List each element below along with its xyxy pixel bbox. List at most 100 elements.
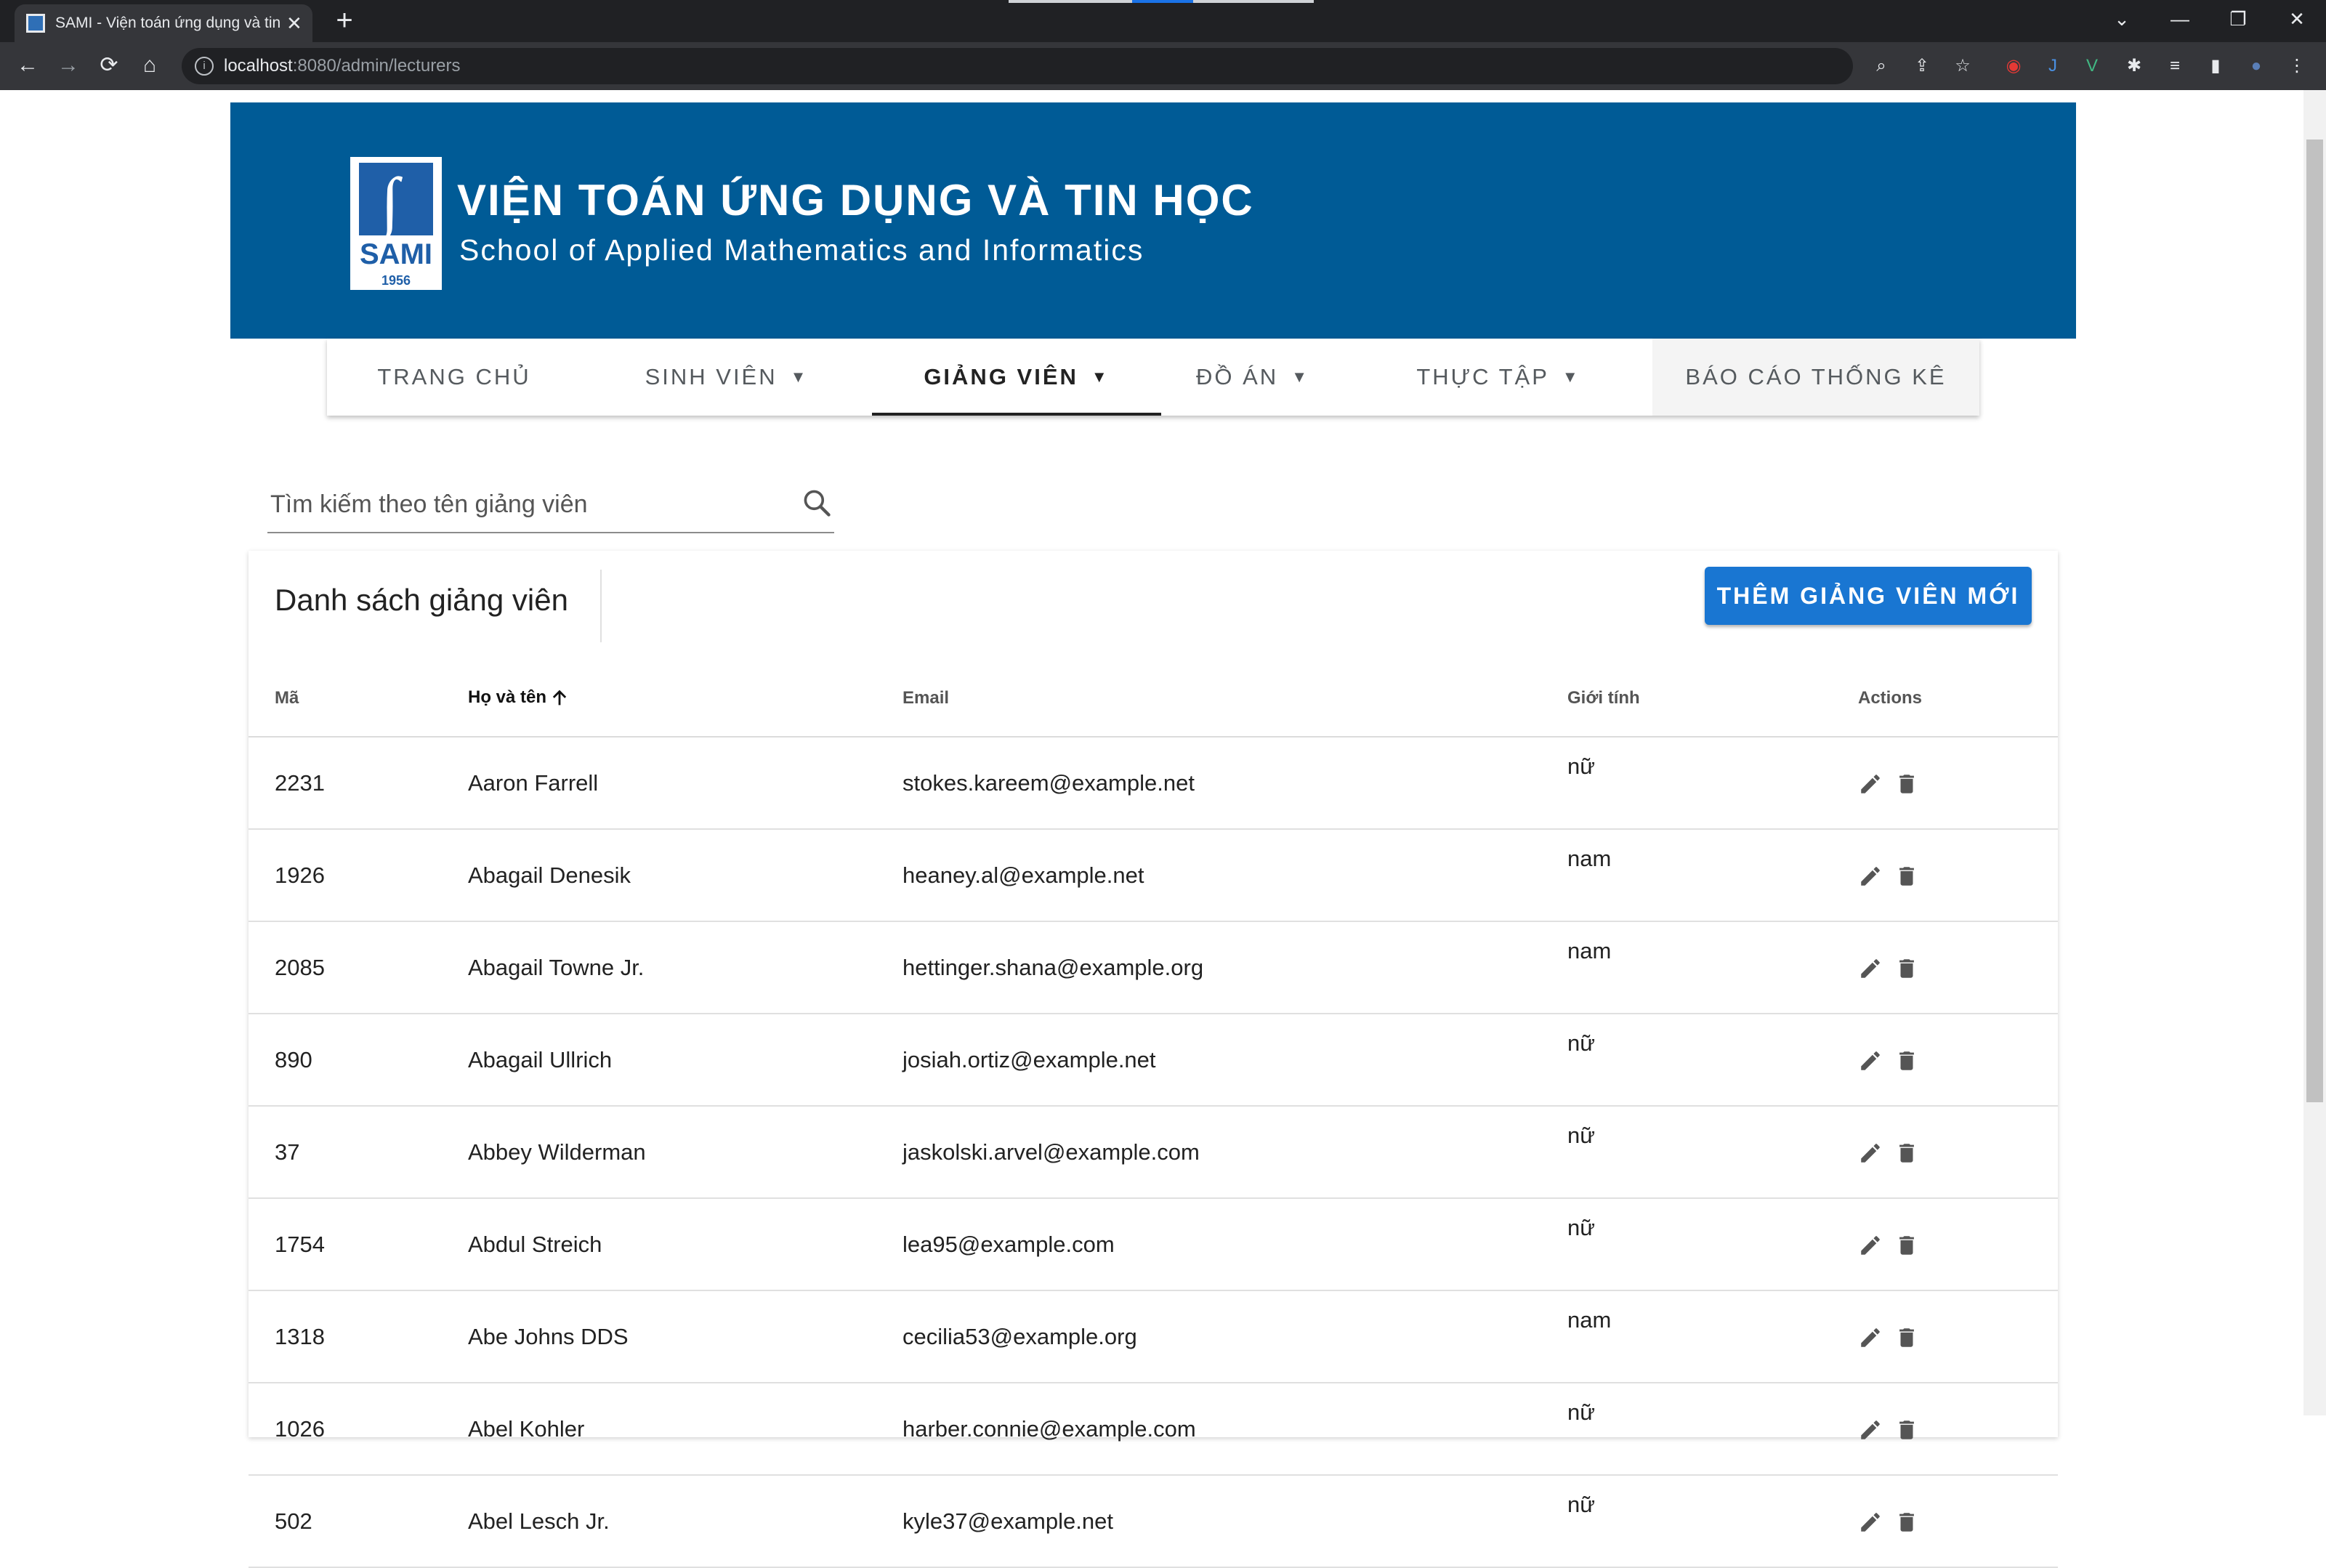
column-header-actions: Actions bbox=[1858, 660, 2058, 737]
edit-icon[interactable] bbox=[1858, 1141, 1883, 1165]
share-icon[interactable]: ⇪ bbox=[1910, 54, 1934, 78]
column-header-id[interactable]: Mã bbox=[249, 660, 468, 737]
back-icon[interactable]: ← bbox=[13, 51, 42, 80]
restore-icon[interactable]: ❐ bbox=[2209, 0, 2267, 38]
forward-icon[interactable]: → bbox=[54, 51, 83, 80]
header-banner: ∫ SAMI 1956 VIỆN TOÁN ỨNG DỤNG VÀ TIN HỌ… bbox=[230, 102, 2076, 339]
cell-actions bbox=[1858, 921, 2058, 1014]
extensions-puzzle-icon[interactable]: ✱ bbox=[2122, 54, 2147, 78]
site-info-icon[interactable]: i bbox=[195, 57, 214, 76]
reading-list-icon[interactable]: ≡ bbox=[2163, 54, 2187, 78]
edit-icon[interactable] bbox=[1858, 956, 1883, 981]
lecturer-list-card: Danh sách giảng viên THÊM GIẢNG VIÊN MỚI… bbox=[249, 551, 2058, 1568]
lecturer-search bbox=[267, 472, 834, 533]
column-header-label: Actions bbox=[1858, 687, 1923, 708]
new-tab-icon[interactable]: + bbox=[328, 4, 360, 36]
cell-actions bbox=[1858, 1383, 2058, 1476]
cell-gender: nam bbox=[1567, 921, 1858, 1014]
cell-name: Abel Kohler bbox=[468, 1383, 902, 1476]
cell-actions bbox=[1858, 1014, 2058, 1107]
nav-item-trang-chu[interactable]: TRANG CHỦ bbox=[327, 339, 581, 416]
delete-icon[interactable] bbox=[1894, 1418, 1919, 1442]
close-window-icon[interactable]: ✕ bbox=[2268, 0, 2326, 38]
table-row: 1926 Abagail Denesik heaney.al@example.net… bbox=[249, 829, 2058, 922]
edit-icon[interactable] bbox=[1858, 772, 1883, 796]
caret-down-icon: ▼ bbox=[790, 368, 809, 386]
home-icon[interactable]: ⌂ bbox=[135, 51, 164, 80]
delete-icon[interactable] bbox=[1894, 1325, 1919, 1350]
address-bar[interactable]: i localhost:8080/admin/lecturers bbox=[182, 48, 1853, 84]
sami-logo[interactable]: ∫ SAMI 1956 bbox=[350, 157, 442, 290]
nav-item-giang-vien[interactable]: GIẢNG VIÊN ▼ bbox=[872, 339, 1161, 416]
nav-item-label: SINH VIÊN bbox=[645, 364, 778, 389]
page-scrollbar[interactable] bbox=[2303, 90, 2326, 1415]
table-row: 1318 Abe Johns DDS cecilia53@example.org na… bbox=[249, 1290, 2058, 1383]
cell-name: Abagail Towne Jr. bbox=[468, 921, 902, 1014]
browser-tabstrip: SAMI - Viện toán ứng dụng và tin ✕ + ⌄ —… bbox=[0, 0, 2326, 42]
edit-icon[interactable] bbox=[1858, 1048, 1883, 1073]
cell-actions bbox=[1858, 1290, 2058, 1383]
side-panel-icon[interactable]: ▮ bbox=[2203, 54, 2228, 78]
cell-gender: nam bbox=[1567, 829, 1858, 922]
cell-id: 2085 bbox=[249, 921, 468, 1014]
column-header-label: Mã bbox=[275, 687, 299, 708]
favicon-icon bbox=[26, 14, 45, 33]
search-input[interactable] bbox=[269, 485, 780, 523]
cell-email: cecilia53@example.org bbox=[902, 1290, 1567, 1383]
delete-icon[interactable] bbox=[1894, 772, 1919, 796]
table-row: 1754 Abdul Streich lea95@example.com nữ bbox=[249, 1198, 2058, 1291]
search-icon[interactable] bbox=[801, 487, 833, 519]
logo-emblem-icon: ∫ bbox=[359, 163, 433, 238]
cell-email: kyle37@example.net bbox=[902, 1475, 1567, 1568]
add-lecturer-button[interactable]: THÊM GIẢNG VIÊN MỚI bbox=[1705, 567, 2032, 625]
nav-item-bao-cao-thong-ke[interactable]: BÁO CÁO THỐNG KÊ bbox=[1652, 339, 1979, 416]
edit-icon[interactable] bbox=[1858, 1510, 1883, 1535]
edit-icon[interactable] bbox=[1858, 1233, 1883, 1258]
tab-search-icon[interactable]: ⌄ bbox=[2093, 0, 2151, 38]
sort-ascending-icon[interactable] bbox=[549, 688, 570, 708]
delete-icon[interactable] bbox=[1894, 956, 1919, 981]
delete-icon[interactable] bbox=[1894, 1233, 1919, 1258]
column-header-email[interactable]: Email bbox=[902, 660, 1567, 737]
logo-text: SAMI bbox=[360, 238, 432, 270]
window-drag-indicator bbox=[1009, 0, 1314, 3]
cell-gender: nữ bbox=[1567, 1198, 1858, 1291]
cell-actions bbox=[1858, 1198, 2058, 1291]
tab-title: SAMI - Viện toán ứng dụng và tin bbox=[55, 15, 280, 31]
edit-icon[interactable] bbox=[1858, 864, 1883, 889]
zoom-icon[interactable]: ⌕ bbox=[1869, 54, 1894, 78]
table-row: 37 Abbey Wilderman jaskolski.arvel@example… bbox=[249, 1106, 2058, 1199]
cell-name: Abdul Streich bbox=[468, 1198, 902, 1291]
j-extension-icon[interactable]: J bbox=[2040, 54, 2065, 78]
cell-gender: nữ bbox=[1567, 1475, 1858, 1568]
delete-icon[interactable] bbox=[1894, 864, 1919, 889]
browser-menu-icon[interactable]: ⋮ bbox=[2285, 54, 2309, 78]
table-row: 502 Abel Lesch Jr. kyle37@example.net nữ bbox=[249, 1475, 2058, 1568]
cell-email: harber.connie@example.com bbox=[902, 1383, 1567, 1476]
column-header-name[interactable]: Họ và tên bbox=[468, 660, 902, 737]
edit-icon[interactable] bbox=[1858, 1418, 1883, 1442]
nav-item-do-an[interactable]: ĐỒ ÁN ▼ bbox=[1161, 339, 1344, 416]
edit-icon[interactable] bbox=[1858, 1325, 1883, 1350]
cell-actions bbox=[1858, 737, 2058, 830]
column-header-label: Họ và tên bbox=[468, 687, 547, 708]
cell-id: 890 bbox=[249, 1014, 468, 1107]
delete-icon[interactable] bbox=[1894, 1510, 1919, 1535]
ublock-extension-icon[interactable]: ◉ bbox=[2001, 54, 2026, 78]
delete-icon[interactable] bbox=[1894, 1048, 1919, 1073]
bookmark-star-icon[interactable]: ☆ bbox=[1950, 54, 1975, 78]
caret-down-icon: ▼ bbox=[1291, 368, 1309, 386]
scrollbar-thumb[interactable] bbox=[2306, 140, 2323, 1102]
nav-item-sinh-vien[interactable]: SINH VIÊN ▼ bbox=[581, 339, 872, 416]
vue-devtools-icon[interactable]: V bbox=[2080, 54, 2104, 78]
browser-tab[interactable]: SAMI - Viện toán ứng dụng và tin ✕ bbox=[15, 4, 312, 42]
minimize-icon[interactable]: — bbox=[2151, 0, 2209, 38]
delete-icon[interactable] bbox=[1894, 1141, 1919, 1165]
profile-avatar-icon[interactable]: ● bbox=[2244, 54, 2269, 78]
nav-item-thuc-tap[interactable]: THỰC TẬP ▼ bbox=[1344, 339, 1652, 416]
reload-icon[interactable]: ⟳ bbox=[94, 51, 124, 80]
close-tab-icon[interactable]: ✕ bbox=[286, 12, 302, 35]
cell-email: heaney.al@example.net bbox=[902, 829, 1567, 922]
column-header-gender[interactable]: Giới tính bbox=[1567, 660, 1858, 737]
cell-id: 1926 bbox=[249, 829, 468, 922]
